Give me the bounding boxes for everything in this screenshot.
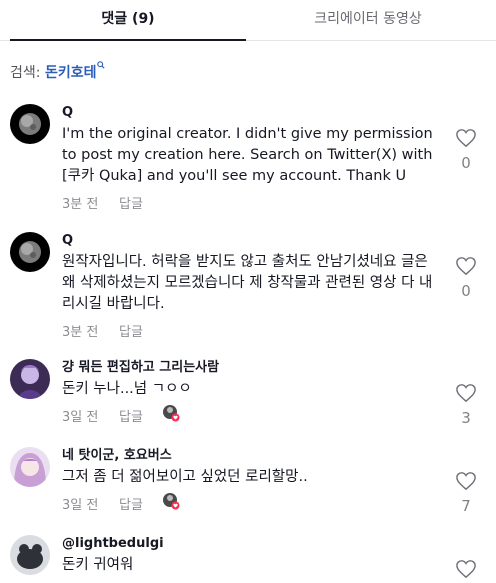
like-button[interactable]: 3 <box>454 383 478 427</box>
like-count: 3 <box>461 409 471 427</box>
search-suggestion: 검색: 돈키호테 <box>10 61 106 82</box>
like-count: 0 <box>461 154 471 172</box>
comment-meta: 3일 전 답글 <box>62 404 442 426</box>
like-count: 0 <box>461 282 471 300</box>
heart-icon <box>456 129 476 148</box>
comment-meta: 3분 전 답글 <box>62 321 442 341</box>
tab-creator-videos-label: 크리에이터 동영상 <box>314 11 422 27</box>
comment-meta: 3분 전 답글 <box>62 193 442 213</box>
heart-icon <box>456 560 476 579</box>
comment-text: I'm the original creator. I didn't give … <box>62 126 433 184</box>
comment-body: Q I'm the original creator. I didn't giv… <box>62 104 442 213</box>
avatar[interactable] <box>10 104 50 144</box>
comment-username[interactable]: Q <box>62 232 442 250</box>
comment-tabs: 댓글 (9) 크리에이터 동영상 <box>0 0 496 41</box>
comment-text: 돈키 귀여워 <box>62 557 134 573</box>
comment-username[interactable]: 걍 뭐든 편집하고 그리는사람 <box>62 359 442 377</box>
comment-time: 3일 전 <box>62 410 99 425</box>
like-button[interactable] <box>454 559 478 583</box>
heart-icon <box>456 384 476 403</box>
comment-username[interactable]: @lightbedulgi <box>62 535 442 553</box>
avatar[interactable] <box>10 359 50 399</box>
reply-button[interactable]: 답글 <box>119 406 143 425</box>
comment-time: 3분 전 <box>62 325 99 340</box>
like-count: 7 <box>461 497 471 515</box>
comment-username[interactable]: 네 탓이군, 호요버스 <box>62 447 442 465</box>
heart-icon <box>456 472 476 491</box>
like-button[interactable]: 0 <box>454 256 478 300</box>
comment-text: 원작자입니다. 허락을 받지도 않고 출처도 안남기셨네요 글은 왜 삭제하셨는… <box>62 254 433 312</box>
comment-body: 네 탓이군, 호요버스 그저 좀 더 젊어보이고 싶었던 로리할망.. 3일 전… <box>62 447 442 514</box>
heart-icon <box>456 257 476 276</box>
comment-body: @lightbedulgi 돈키 귀여워 <box>62 535 442 576</box>
like-button[interactable]: 0 <box>454 128 478 172</box>
comment-time: 3분 전 <box>62 197 99 212</box>
comment-body: Q 원작자입니다. 허락을 받지도 않고 출처도 안남기셨네요 글은 왜 삭제하… <box>62 232 442 341</box>
comment-username[interactable]: Q <box>62 104 442 122</box>
avatar[interactable] <box>10 232 50 272</box>
avatar[interactable] <box>10 535 50 575</box>
tab-creator-videos[interactable]: 크리에이터 동영상 <box>250 0 486 40</box>
tab-comments-label: 댓글 (9) <box>101 11 155 27</box>
search-keyword-link[interactable]: 돈키호테 <box>45 65 97 81</box>
reply-button[interactable]: 답글 <box>119 494 143 513</box>
tab-comments[interactable]: 댓글 (9) <box>10 0 246 41</box>
comment-text: 돈키 누나...넘 ㄱㅇㅇ <box>62 381 192 397</box>
active-tab-indicator <box>10 39 246 41</box>
reply-button[interactable]: 답글 <box>119 193 143 212</box>
comment-body: 걍 뭐든 편집하고 그리는사람 돈키 누나...넘 ㄱㅇㅇ 3일 전 답글 <box>62 359 442 426</box>
avatar[interactable] <box>10 447 50 487</box>
comment-text: 그저 좀 더 젊어보이고 싶었던 로리할망.. <box>62 469 308 485</box>
reply-button[interactable]: 답글 <box>119 321 143 340</box>
creator-liked-badge <box>162 404 180 422</box>
creator-liked-badge <box>162 492 180 510</box>
search-icon <box>97 61 106 69</box>
comment-meta: 3일 전 답글 <box>62 492 442 514</box>
comment-time: 3일 전 <box>62 498 99 513</box>
search-prefix: 검색: <box>10 65 41 81</box>
like-button[interactable]: 7 <box>454 471 478 515</box>
